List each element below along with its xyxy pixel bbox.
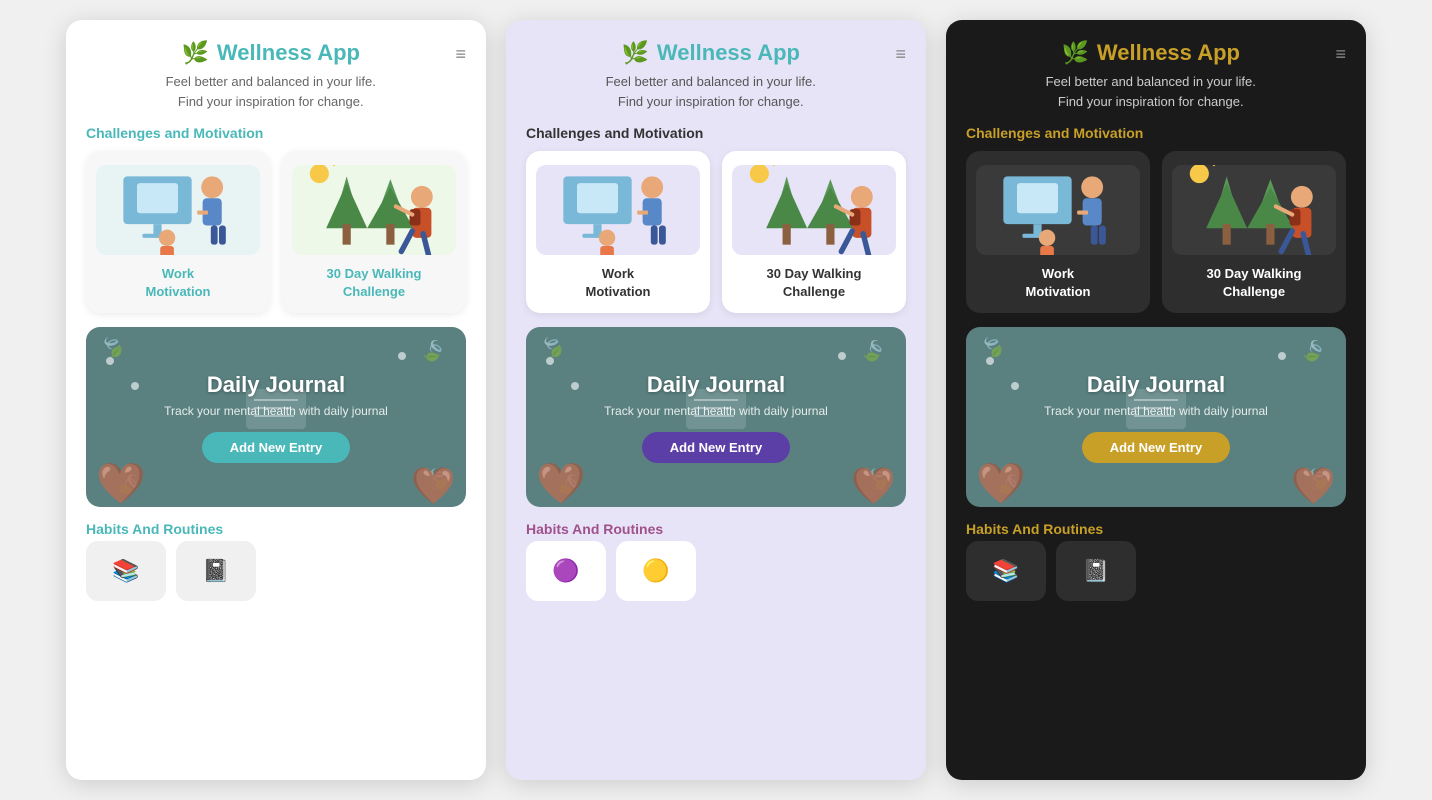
scroll-hint: 📚 📓 — [86, 541, 466, 601]
journal-content: Daily Journal Track your mental health w… — [164, 372, 388, 463]
logo-row: 🌿 Wellness App — [182, 40, 360, 66]
hand-right-icon: 🤎 — [1291, 465, 1336, 507]
app-subtitle: Feel better and balanced in your life.Fi… — [166, 72, 376, 111]
phone-content: 🌿 Wellness App Feel better and balanced … — [506, 20, 926, 780]
hand-right-icon: 🤎 — [411, 465, 456, 507]
logo-icon: 🌿 — [622, 40, 649, 66]
card-label-1: 30 Day WalkingChallenge — [1207, 265, 1302, 301]
card-label-1: 30 Day WalkingChallenge — [767, 265, 862, 301]
hand-right-icon: 🤎 — [851, 465, 896, 507]
card-illustration-0 — [536, 165, 700, 255]
journal-content: Daily Journal Track your mental health w… — [604, 372, 828, 463]
habit-icon-1: 📚 — [112, 558, 139, 584]
card-item-0[interactable]: WorkMotivation — [966, 151, 1150, 313]
card-item-0[interactable]: WorkMotivation — [526, 151, 710, 313]
habits-title: Habits And Routines — [86, 521, 466, 537]
card-illustration-1 — [1172, 165, 1336, 255]
logo-icon: 🌿 — [182, 40, 209, 66]
card-illustration-1 — [292, 165, 456, 255]
cards-grid: WorkMotivation — [86, 151, 466, 313]
app-title: Wellness App — [657, 40, 800, 66]
habit-icon-2: 📓 — [1082, 558, 1109, 584]
phone-frame-lavender: 🌿 Wellness App Feel better and balanced … — [506, 20, 926, 780]
app-subtitle: Feel better and balanced in your life.Fi… — [1046, 72, 1256, 111]
app-title: Wellness App — [1097, 40, 1240, 66]
journal-title: Daily Journal — [207, 372, 345, 398]
journal-banner[interactable]: 🍃 🍃 🍃 🍃 🤎 🤎 — [526, 327, 906, 507]
habit-icon-1: 🟣 — [552, 558, 579, 584]
habit-icon-2: 📓 — [202, 558, 229, 584]
journal-add-entry-button[interactable]: Add New Entry — [202, 432, 350, 463]
menu-icon[interactable]: ≡ — [1335, 44, 1346, 65]
phone-frame-light: 🌿 Wellness App Feel better and balanced … — [66, 20, 486, 780]
logo-row: 🌿 Wellness App — [1062, 40, 1240, 66]
habits-title: Habits And Routines — [966, 521, 1346, 537]
habit-card-1[interactable]: 📚 — [966, 541, 1046, 601]
phone-frame-dark: 🌿 Wellness App Feel better and balanced … — [946, 20, 1366, 780]
header-left: 🌿 Wellness App Feel better and balanced … — [526, 40, 895, 111]
app-subtitle: Feel better and balanced in your life.Fi… — [606, 72, 816, 111]
app-title: Wellness App — [217, 40, 360, 66]
section-title: Challenges and Motivation — [526, 125, 906, 141]
habit-card-2[interactable]: 📓 — [176, 541, 256, 601]
habit-card-1[interactable]: 📚 — [86, 541, 166, 601]
header: 🌿 Wellness App Feel better and balanced … — [526, 40, 906, 111]
card-item-1[interactable]: 30 Day WalkingChallenge — [722, 151, 906, 313]
menu-icon[interactable]: ≡ — [895, 44, 906, 65]
cards-grid: WorkMotivation — [526, 151, 906, 313]
journal-content: Daily Journal Track your mental health w… — [1044, 372, 1268, 463]
journal-banner[interactable]: 🍃 🍃 🍃 🍃 🤎 🤎 — [86, 327, 466, 507]
card-item-0[interactable]: WorkMotivation — [86, 151, 270, 313]
journal-subtitle: Track your mental health with daily jour… — [1044, 404, 1268, 418]
card-label-0: WorkMotivation — [146, 265, 211, 301]
journal-subtitle: Track your mental health with daily jour… — [604, 404, 828, 418]
section-title: Challenges and Motivation — [86, 125, 466, 141]
phone-content: 🌿 Wellness App Feel better and balanced … — [946, 20, 1366, 780]
scroll-hint: 🟣 🟡 — [526, 541, 906, 601]
habit-icon-1: 📚 — [992, 558, 1019, 584]
habit-card-2[interactable]: 🟡 — [616, 541, 696, 601]
habit-icon-2: 🟡 — [642, 558, 669, 584]
journal-banner[interactable]: 🍃 🍃 🍃 🍃 🤎 🤎 — [966, 327, 1346, 507]
menu-icon[interactable]: ≡ — [455, 44, 466, 65]
habit-card-2[interactable]: 📓 — [1056, 541, 1136, 601]
header: 🌿 Wellness App Feel better and balanced … — [966, 40, 1346, 111]
header: 🌿 Wellness App Feel better and balanced … — [86, 40, 466, 111]
journal-add-entry-button[interactable]: Add New Entry — [642, 432, 790, 463]
scroll-hint: 📚 📓 — [966, 541, 1346, 601]
hand-left-icon: 🤎 — [536, 460, 586, 507]
card-item-1[interactable]: 30 Day WalkingChallenge — [1162, 151, 1346, 313]
cards-grid: WorkMotivation — [966, 151, 1346, 313]
journal-title: Daily Journal — [1087, 372, 1225, 398]
header-left: 🌿 Wellness App Feel better and balanced … — [86, 40, 455, 111]
phone-content: 🌿 Wellness App Feel better and balanced … — [66, 20, 486, 780]
journal-title: Daily Journal — [647, 372, 785, 398]
logo-row: 🌿 Wellness App — [622, 40, 800, 66]
habits-title: Habits And Routines — [526, 521, 906, 537]
card-illustration-1 — [732, 165, 896, 255]
card-item-1[interactable]: 30 Day WalkingChallenge — [282, 151, 466, 313]
card-label-1: 30 Day WalkingChallenge — [327, 265, 422, 301]
hand-left-icon: 🤎 — [976, 460, 1026, 507]
journal-add-entry-button[interactable]: Add New Entry — [1082, 432, 1230, 463]
card-label-0: WorkMotivation — [586, 265, 651, 301]
habit-card-1[interactable]: 🟣 — [526, 541, 606, 601]
card-illustration-0 — [976, 165, 1140, 255]
card-label-0: WorkMotivation — [1026, 265, 1091, 301]
card-illustration-0 — [96, 165, 260, 255]
header-left: 🌿 Wellness App Feel better and balanced … — [966, 40, 1335, 111]
section-title: Challenges and Motivation — [966, 125, 1346, 141]
hand-left-icon: 🤎 — [96, 460, 146, 507]
logo-icon: 🌿 — [1062, 40, 1089, 66]
journal-subtitle: Track your mental health with daily jour… — [164, 404, 388, 418]
